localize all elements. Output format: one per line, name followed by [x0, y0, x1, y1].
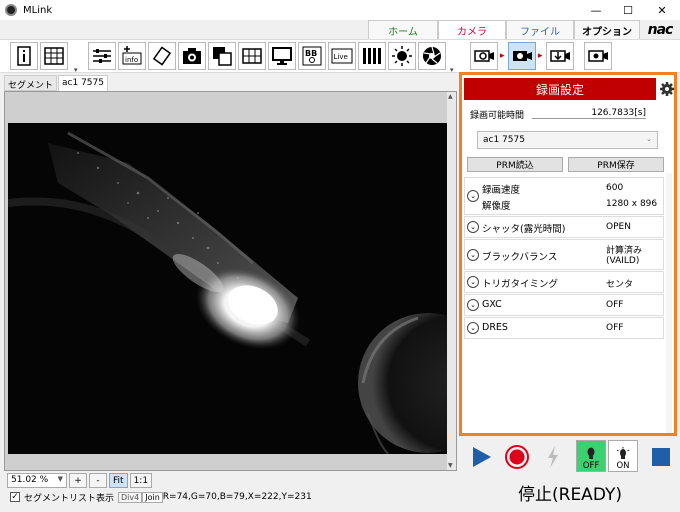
camera-select[interactable]: ac1 7575 ⌄: [477, 131, 658, 149]
setting-row-trigger[interactable]: ⌄ トリガタイミング センタ: [464, 271, 664, 293]
record-button[interactable]: [502, 442, 532, 472]
segment-list-checkbox[interactable]: ✓: [10, 492, 20, 502]
brand-logo: nac: [647, 21, 674, 38]
bb-icon[interactable]: BB: [298, 42, 326, 70]
camera-download-icon[interactable]: [546, 42, 574, 70]
svg-text:info: info: [125, 56, 138, 64]
camera-state: 停止(READY): [518, 485, 622, 505]
setting-row-dres[interactable]: ⌄ DRES OFF: [464, 317, 664, 339]
camera-frame-image: [8, 123, 449, 454]
minimize-button[interactable]: —: [580, 0, 612, 20]
zoom-bar: 51.02 % ▼ + - Fit 1:1: [7, 473, 153, 488]
image-viewer[interactable]: ▲ ▼: [4, 91, 457, 471]
status-line: ✓ セグメントリスト表示 Div4 Join R=74,G=70,B=79,X=…: [10, 490, 312, 504]
prm-save-button[interactable]: PRM保存: [568, 157, 664, 172]
close-button[interactable]: ✕: [644, 0, 680, 20]
tab-file[interactable]: ファイル: [506, 20, 574, 39]
menu-bar: ホーム カメラ ファイル オプション nac: [0, 20, 680, 39]
gear-icon[interactable]: [658, 79, 676, 99]
join-button[interactable]: Join: [142, 491, 163, 503]
aperture-icon[interactable]: [418, 42, 446, 70]
info-icon[interactable]: [10, 42, 38, 70]
camera-icon[interactable]: [178, 42, 206, 70]
camera-capture-icon[interactable]: [508, 42, 536, 70]
camera-settings-icon[interactable]: [584, 42, 612, 70]
div4-button[interactable]: Div4: [118, 491, 143, 503]
svg-text:Live: Live: [334, 53, 348, 61]
lightning-icon: [548, 446, 558, 468]
chevron-down-icon[interactable]: ⌄: [467, 322, 479, 334]
grid-icon[interactable]: [40, 42, 68, 70]
pixel-info: R=74,G=70,B=79,X=222,Y=231: [162, 492, 312, 502]
live-icon[interactable]: Live: [328, 42, 356, 70]
film-icon[interactable]: [358, 42, 386, 70]
add-info-icon[interactable]: info: [118, 42, 146, 70]
segment-tabs: セグメント ac1 7575: [4, 75, 109, 91]
svg-text:BB: BB: [305, 49, 317, 58]
panel-scrollbar[interactable]: [666, 173, 672, 433]
overlay-icon[interactable]: [208, 42, 236, 70]
camera-frame: [8, 123, 449, 454]
zoom-in-button[interactable]: +: [69, 473, 87, 488]
app-icon: [5, 4, 17, 16]
brightness-icon[interactable]: [388, 42, 416, 70]
setting-row-black-balance[interactable]: ⌄ ブラックバランス 計算済み (VAILD): [464, 239, 664, 270]
play-icon: [473, 447, 491, 467]
chevron-down-icon[interactable]: ⌄: [467, 190, 479, 202]
chevron-down-icon[interactable]: ⌄: [467, 276, 479, 288]
segment-list-label: セグメントリスト表示: [24, 493, 115, 504]
title-bar: MLink — ☐ ✕: [0, 0, 680, 20]
segment-label[interactable]: セグメント: [4, 75, 58, 91]
zoom-out-button[interactable]: -: [89, 473, 107, 488]
camera-select-value: ac1 7575: [483, 135, 525, 145]
rec-time-label: 録画可能時間: [470, 111, 525, 121]
toolbar: ▾ info BB Live ▾ ▸ ▸: [0, 39, 680, 74]
chevron-down-icon: ▼: [57, 475, 63, 483]
zoom-value: 51.02 %: [11, 475, 49, 485]
setting-row-shutter[interactable]: ⌄ シャッタ(露光時間) OPEN: [464, 216, 664, 238]
window-title: MLink: [23, 4, 53, 16]
segment-tab-active[interactable]: ac1 7575: [58, 75, 108, 91]
tab-home[interactable]: ホーム: [368, 20, 438, 39]
viewer-scrollbar[interactable]: ▲ ▼: [447, 92, 456, 470]
chevron-down-icon[interactable]: ⌄: [467, 221, 479, 233]
camera-zoom-icon[interactable]: [470, 42, 498, 70]
prm-read-button[interactable]: PRM読込: [467, 157, 563, 172]
play-button[interactable]: [466, 442, 496, 472]
maximize-button[interactable]: ☐: [612, 0, 644, 20]
led-on-toggle[interactable]: ON: [608, 440, 638, 472]
stop-button[interactable]: [646, 442, 676, 472]
stop-icon: [652, 448, 670, 466]
sliders-icon[interactable]: [88, 42, 116, 70]
rec-time-value: 126.7833[s]: [532, 108, 646, 119]
bulb-on-icon: [616, 447, 630, 459]
recording-settings-panel: 録画設定 録画可能時間 126.7833[s] ac1 7575 ⌄ PRM読込…: [459, 72, 677, 436]
tab-option[interactable]: オプション: [574, 20, 640, 39]
record-controls: OFF ON: [462, 440, 678, 476]
record-icon: [505, 445, 529, 469]
panel-title: 録画設定: [464, 78, 656, 100]
zoom-fit-button[interactable]: Fit: [109, 473, 128, 488]
zoom-1to1-button[interactable]: 1:1: [129, 473, 153, 488]
monitor-icon[interactable]: [268, 42, 296, 70]
rotate-icon[interactable]: [148, 42, 176, 70]
chevron-down-icon: ⌄: [646, 135, 652, 143]
trigger-button[interactable]: [538, 442, 568, 472]
chevron-down-icon[interactable]: ⌄: [467, 299, 479, 311]
grid-overlay-icon[interactable]: [238, 42, 266, 70]
bulb-off-icon: [587, 447, 595, 459]
chevron-down-icon[interactable]: ⌄: [467, 249, 479, 261]
tab-camera[interactable]: カメラ: [438, 20, 506, 39]
setting-row-gxc[interactable]: ⌄ GXC OFF: [464, 294, 664, 316]
zoom-select[interactable]: 51.02 % ▼: [7, 473, 67, 488]
setting-row-speed[interactable]: ⌄ 録画速度 600 解像度 1280 x 896: [464, 177, 664, 215]
led-off-toggle[interactable]: OFF: [576, 440, 606, 472]
